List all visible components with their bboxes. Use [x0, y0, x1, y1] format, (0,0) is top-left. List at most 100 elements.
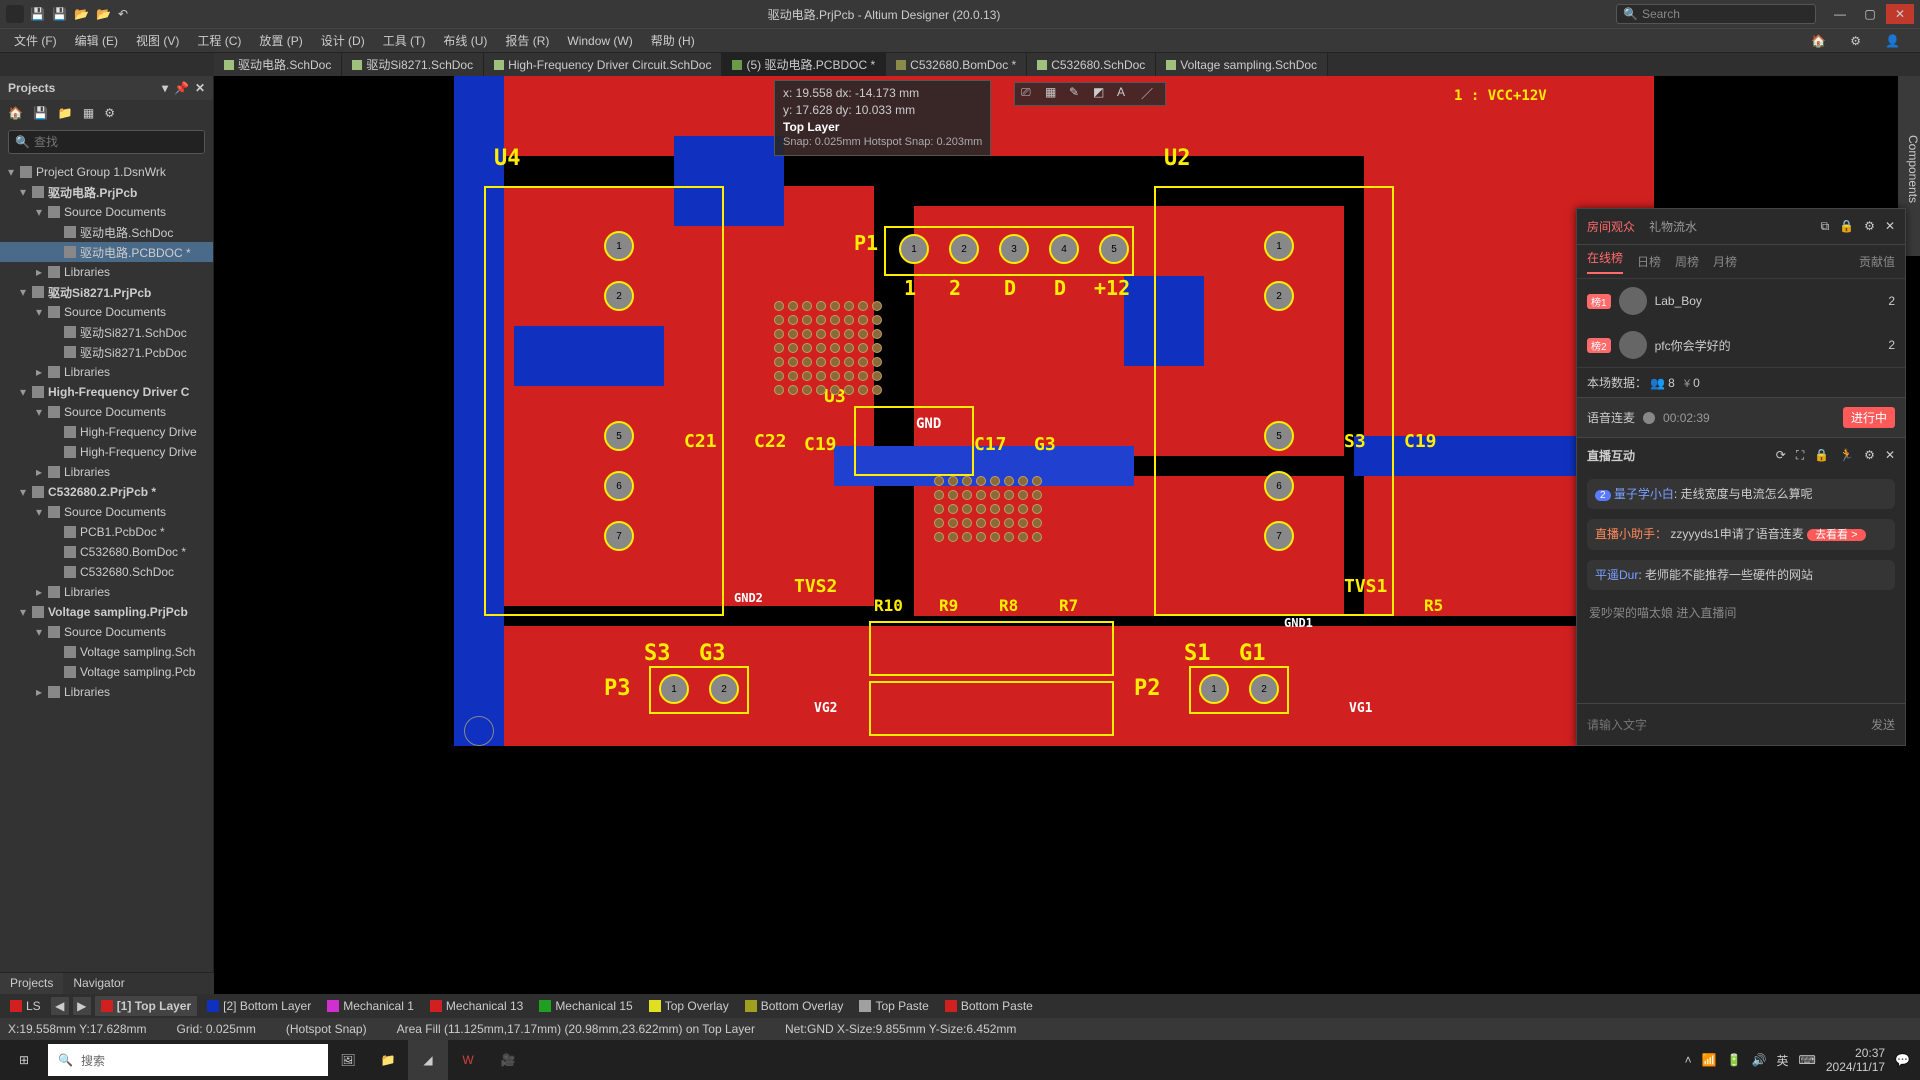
- tab-navigator[interactable]: Navigator: [63, 973, 134, 994]
- notifications-icon[interactable]: 💬: [1895, 1053, 1910, 1067]
- maximize-button[interactable]: ▢: [1856, 4, 1884, 24]
- clear-filter-icon[interactable]: ⎚: [1021, 85, 1039, 103]
- line-icon[interactable]: ／: [1141, 85, 1159, 103]
- layer-scroll-arrow[interactable]: ▶: [73, 997, 91, 1015]
- layer-tab[interactable]: Top Paste: [853, 996, 934, 1016]
- save-all-icon[interactable]: 💾: [52, 7, 66, 21]
- edit-icon[interactable]: ✎: [1069, 85, 1087, 103]
- tree-node[interactable]: High-Frequency Drive: [0, 442, 213, 462]
- taskbar-search[interactable]: 🔍 搜索: [48, 1044, 328, 1076]
- layer-tab[interactable]: Top Overlay: [643, 996, 735, 1016]
- layer-tab[interactable]: Bottom Overlay: [739, 996, 850, 1016]
- tree-node[interactable]: C532680.SchDoc: [0, 562, 213, 582]
- tree-node[interactable]: ▸Libraries: [0, 262, 213, 282]
- user-icon[interactable]: 👤: [1877, 32, 1908, 50]
- home-icon[interactable]: 🏠: [8, 106, 23, 120]
- menu-edit[interactable]: 编辑 (E): [67, 30, 126, 51]
- taskbar-app-icon[interactable]: 🖼: [328, 1040, 368, 1080]
- open-icon[interactable]: 📂: [74, 7, 88, 21]
- menu-route[interactable]: 布线 (U): [435, 30, 495, 51]
- rank-tab-week[interactable]: 周榜: [1675, 253, 1699, 270]
- chat-input[interactable]: [1587, 718, 1863, 732]
- tree-node[interactable]: ▾Source Documents: [0, 502, 213, 522]
- tree-node[interactable]: ▸Libraries: [0, 462, 213, 482]
- menu-place[interactable]: 放置 (P): [251, 30, 310, 51]
- tree-node[interactable]: 驱动电路.SchDoc: [0, 222, 213, 242]
- doc-tab[interactable]: 驱动Si8271.SchDoc: [342, 53, 484, 77]
- tree-node[interactable]: ▾Source Documents: [0, 402, 213, 422]
- doc-tab[interactable]: C532680.BomDoc *: [886, 53, 1027, 77]
- refresh-icon[interactable]: ⟳: [1776, 448, 1786, 463]
- tree-node[interactable]: PCB1.PcbDoc *: [0, 522, 213, 542]
- tree-node[interactable]: ▸Libraries: [0, 682, 213, 702]
- layer-tab[interactable]: Mechanical 13: [424, 996, 529, 1016]
- tree-node[interactable]: Voltage sampling.Sch: [0, 642, 213, 662]
- tree-node[interactable]: ▾C532680.2.PrjPcb *: [0, 482, 213, 502]
- tree-node[interactable]: ▸Libraries: [0, 582, 213, 602]
- tree-node[interactable]: Voltage sampling.Pcb: [0, 662, 213, 682]
- pin-icon[interactable]: 📌: [174, 81, 189, 95]
- wifi-icon[interactable]: 📶: [1702, 1053, 1717, 1067]
- menu-window[interactable]: Window (W): [559, 32, 640, 50]
- tree-node[interactable]: ▸Libraries: [0, 362, 213, 382]
- tree-node[interactable]: 驱动电路.PCBDOC *: [0, 242, 213, 262]
- tab-projects[interactable]: Projects: [0, 973, 63, 994]
- layer-tab[interactable]: Bottom Paste: [939, 996, 1039, 1016]
- send-button[interactable]: 发送: [1871, 716, 1895, 733]
- layer-scroll-arrow[interactable]: ◀: [51, 997, 69, 1015]
- menu-project[interactable]: 工程 (C): [189, 30, 249, 51]
- rank-tab-month[interactable]: 月榜: [1713, 253, 1737, 270]
- close-panel-icon[interactable]: ✕: [195, 81, 205, 95]
- rank-tab-day[interactable]: 日榜: [1637, 253, 1661, 270]
- ime-indicator[interactable]: 英: [1777, 1052, 1789, 1069]
- layer-tab[interactable]: [1] Top Layer: [95, 996, 197, 1016]
- voice-status-badge[interactable]: 进行中: [1843, 407, 1895, 428]
- tree-node[interactable]: 驱动Si8271.SchDoc: [0, 322, 213, 342]
- layer-tab[interactable]: [2] Bottom Layer: [201, 996, 317, 1016]
- viewer-row[interactable]: 榜1 Lab_Boy 2: [1577, 279, 1905, 323]
- menu-file[interactable]: 文件 (F): [6, 30, 65, 51]
- battery-icon[interactable]: 🔋: [1727, 1053, 1742, 1067]
- mask-icon[interactable]: ◩: [1093, 85, 1111, 103]
- global-search[interactable]: 🔍 Search: [1616, 4, 1816, 24]
- viewer-row[interactable]: 榜2 pfc你会学好的 2: [1577, 323, 1905, 367]
- tree-node[interactable]: High-Frequency Drive: [0, 422, 213, 442]
- tree-node[interactable]: C532680.BomDoc *: [0, 542, 213, 562]
- layer-tab[interactable]: Mechanical 1: [321, 996, 420, 1016]
- tree-node[interactable]: ▾Source Documents: [0, 202, 213, 222]
- menu-reports[interactable]: 报告 (R): [497, 30, 557, 51]
- go-see-button[interactable]: 去看看 >: [1807, 529, 1865, 541]
- tree-node[interactable]: ▾Source Documents: [0, 302, 213, 322]
- folder-icon[interactable]: 📁: [58, 106, 73, 120]
- doc-tab[interactable]: 驱动电路.SchDoc: [214, 53, 342, 77]
- open-project-icon[interactable]: 📂: [96, 7, 110, 21]
- save-icon[interactable]: 💾: [33, 106, 48, 120]
- close-icon[interactable]: ✕: [1885, 219, 1895, 234]
- tree-node[interactable]: 驱动Si8271.PcbDoc: [0, 342, 213, 362]
- filter-icon[interactable]: ⛶: [1796, 448, 1804, 463]
- settings-icon[interactable]: ⚙: [1864, 448, 1875, 463]
- doc-tab[interactable]: High-Frequency Driver Circuit.SchDoc: [484, 53, 722, 77]
- start-button[interactable]: ⊞: [0, 1040, 48, 1080]
- keyboard-icon[interactable]: ⌨: [1799, 1053, 1816, 1067]
- gear-icon[interactable]: ⚙: [104, 106, 115, 120]
- rank-tab-online[interactable]: 在线榜: [1587, 249, 1623, 274]
- text-icon[interactable]: A: [1117, 85, 1135, 103]
- undo-icon[interactable]: ↶: [118, 7, 132, 21]
- taskbar-wps-icon[interactable]: W: [448, 1040, 488, 1080]
- tray-chevron-icon[interactable]: ˄: [1685, 1053, 1692, 1067]
- tree-node[interactable]: ▾Voltage sampling.PrjPcb: [0, 602, 213, 622]
- tree-node[interactable]: ▾驱动电路.PrjPcb: [0, 182, 213, 202]
- home-icon[interactable]: 🏠: [1803, 32, 1834, 50]
- popout-icon[interactable]: ⧉: [1821, 219, 1830, 234]
- dropdown-icon[interactable]: ▾: [162, 81, 168, 95]
- menu-tools[interactable]: 工具 (T): [375, 30, 434, 51]
- layer-tab[interactable]: Mechanical 15: [533, 996, 638, 1016]
- doc-tab[interactable]: C532680.SchDoc: [1027, 53, 1156, 77]
- save-icon[interactable]: 💾: [30, 7, 44, 21]
- volume-icon[interactable]: 🔊: [1752, 1053, 1767, 1067]
- taskbar-altium-icon[interactable]: ◢: [408, 1040, 448, 1080]
- menu-view[interactable]: 视图 (V): [128, 30, 187, 51]
- lock-icon[interactable]: 🔒: [1814, 448, 1829, 463]
- menu-help[interactable]: 帮助 (H): [643, 30, 703, 51]
